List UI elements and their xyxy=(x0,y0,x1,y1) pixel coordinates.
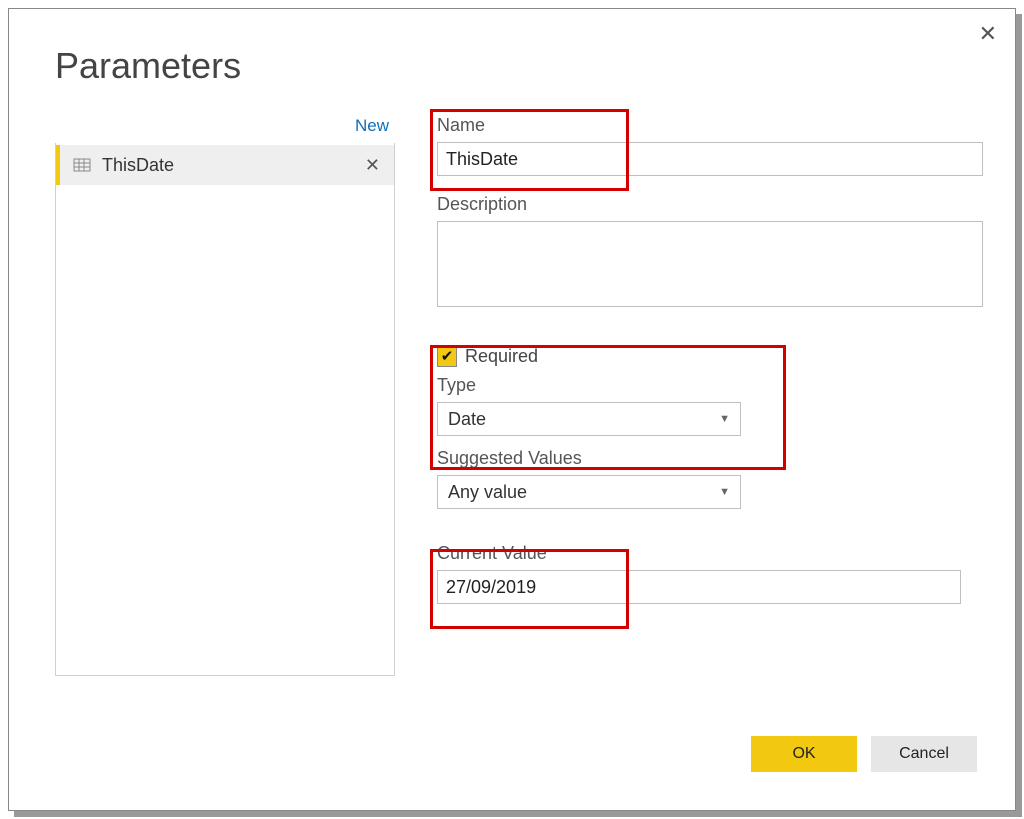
type-select[interactable]: Date ▼ xyxy=(437,402,741,436)
parameter-form: Name Description ✔ Required Type Date ▼ … xyxy=(437,115,983,604)
dialog-button-row: OK Cancel xyxy=(751,736,977,772)
close-icon[interactable]: ✕ xyxy=(979,23,997,45)
parameter-list-item[interactable]: ThisDate ✕ xyxy=(56,145,394,185)
suggested-values-value: Any value xyxy=(448,482,527,503)
required-checkbox-row[interactable]: ✔ Required xyxy=(437,346,983,367)
suggested-values-label: Suggested Values xyxy=(437,448,983,469)
delete-icon[interactable]: ✕ xyxy=(359,155,386,176)
current-value-input[interactable] xyxy=(437,570,961,604)
description-label: Description xyxy=(437,194,983,215)
cancel-button[interactable]: Cancel xyxy=(871,736,977,772)
ok-button[interactable]: OK xyxy=(751,736,857,772)
table-icon xyxy=(72,155,92,175)
selection-accent xyxy=(56,145,60,185)
name-label: Name xyxy=(437,115,983,136)
chevron-down-icon: ▼ xyxy=(719,486,730,498)
suggested-values-select[interactable]: Any value ▼ xyxy=(437,475,741,509)
parameter-list-item-label: ThisDate xyxy=(102,155,359,176)
description-input[interactable] xyxy=(437,221,983,307)
type-label: Type xyxy=(437,375,983,396)
required-label: Required xyxy=(465,346,538,367)
dialog-title: Parameters xyxy=(55,45,241,87)
parameter-list-panel: ThisDate ✕ xyxy=(55,116,395,676)
required-checkbox[interactable]: ✔ xyxy=(437,347,457,367)
current-value-label: Current Value xyxy=(437,543,983,564)
checkmark-icon: ✔ xyxy=(441,349,454,364)
new-parameter-link[interactable]: New xyxy=(55,116,395,143)
chevron-down-icon: ▼ xyxy=(719,413,730,425)
type-select-value: Date xyxy=(448,409,486,430)
name-input[interactable] xyxy=(437,142,983,176)
parameters-dialog: ✕ Parameters ThisDate ✕ New Name Descrip… xyxy=(8,8,1016,811)
